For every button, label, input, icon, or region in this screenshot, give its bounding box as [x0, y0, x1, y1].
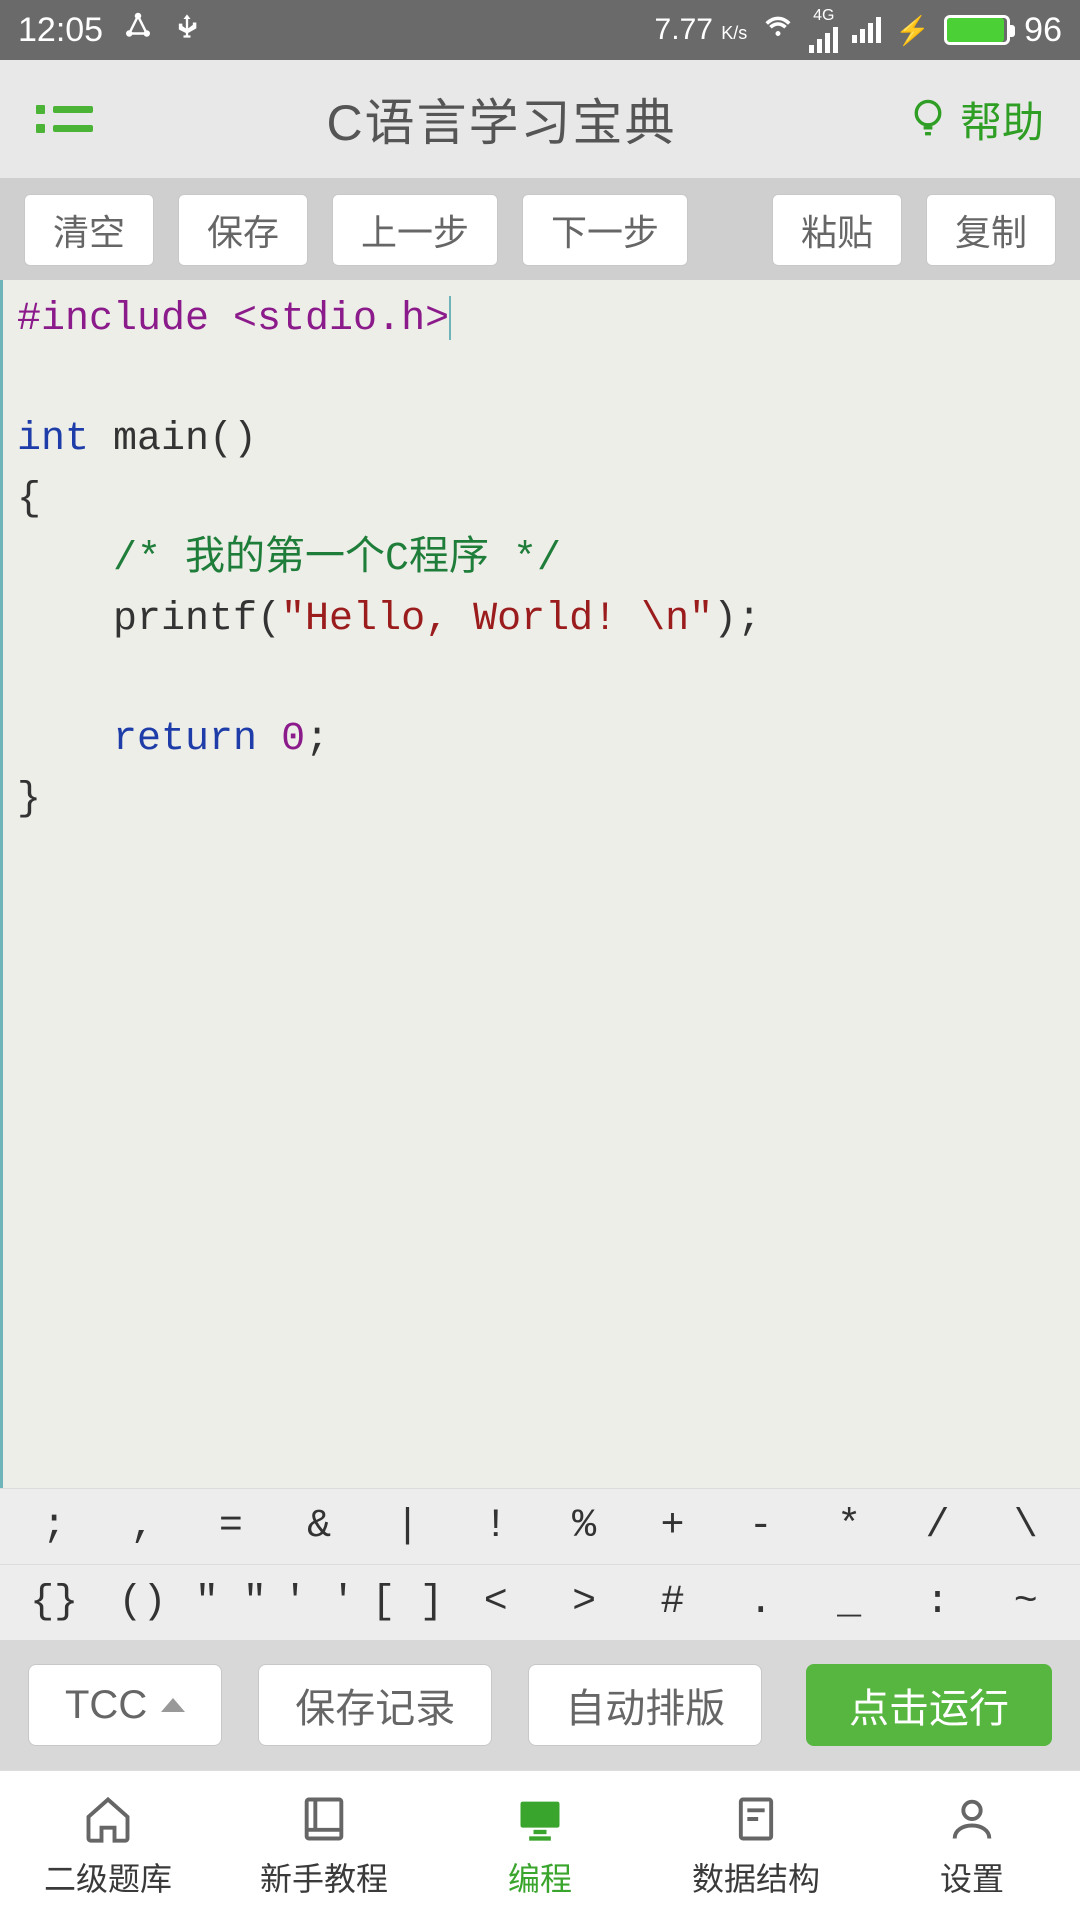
- nav-coding[interactable]: 编程: [432, 1771, 648, 1920]
- sym-key[interactable]: [ ]: [363, 1580, 451, 1625]
- help-label: 帮助: [960, 89, 1044, 150]
- nav-data-structure[interactable]: 数据结构: [648, 1771, 864, 1920]
- sym-key[interactable]: !: [452, 1504, 540, 1549]
- battery-pct: 96: [1024, 11, 1062, 50]
- document-icon: [726, 1792, 786, 1846]
- share-icon: [123, 11, 153, 50]
- clear-button[interactable]: 清空: [24, 194, 154, 266]
- nav-tutorial[interactable]: 新手教程: [216, 1771, 432, 1920]
- menu-icon[interactable]: [36, 105, 93, 133]
- sym-key[interactable]: ;: [10, 1504, 98, 1549]
- nav-label: 新手教程: [260, 1854, 388, 1900]
- sym-key[interactable]: {}: [10, 1580, 98, 1625]
- sym-key[interactable]: =: [187, 1504, 275, 1549]
- sym-key[interactable]: .: [717, 1580, 805, 1625]
- status-time: 12:05: [18, 11, 103, 50]
- sym-key[interactable]: \: [982, 1504, 1070, 1549]
- monitor-icon: [510, 1792, 570, 1846]
- app-header: C语言学习宝典 帮助: [0, 60, 1080, 180]
- nav-label: 编程: [508, 1854, 572, 1900]
- editor-toolbar: 清空 保存 上一步 下一步 粘贴 复制: [0, 180, 1080, 280]
- symbol-row-2: {} () " " ' ' [ ] < > # . _ : ~: [0, 1564, 1080, 1640]
- nav-exam-bank[interactable]: 二级题库: [0, 1771, 216, 1920]
- code-editor[interactable]: #include <stdio.h> int main() { /* 我的第一个…: [0, 280, 1080, 1488]
- usb-icon: [173, 11, 201, 50]
- status-speed: 7.77 K/s: [655, 13, 748, 47]
- sym-key[interactable]: ,: [98, 1504, 186, 1549]
- nav-label: 数据结构: [692, 1854, 820, 1900]
- lightbulb-icon: [910, 97, 946, 141]
- battery-icon: [944, 15, 1010, 45]
- symbol-row-1: ; , = & | ! % + - * / \: [0, 1488, 1080, 1564]
- sym-key[interactable]: _: [805, 1580, 893, 1625]
- bottom-nav: 二级题库 新手教程 编程 数据结构 设置: [0, 1770, 1080, 1920]
- sym-key[interactable]: >: [540, 1580, 628, 1625]
- save-record-button[interactable]: 保存记录: [258, 1664, 492, 1746]
- sym-key[interactable]: #: [628, 1580, 716, 1625]
- symbol-keyboard: ; , = & | ! % + - * / \ {} () " " ' ' [ …: [0, 1488, 1080, 1640]
- sym-key[interactable]: *: [805, 1504, 893, 1549]
- sym-key[interactable]: -: [717, 1504, 805, 1549]
- sym-key[interactable]: :: [893, 1580, 981, 1625]
- sym-key[interactable]: <: [452, 1580, 540, 1625]
- sym-key[interactable]: " ": [187, 1580, 275, 1625]
- book-icon: [294, 1792, 354, 1846]
- copy-button[interactable]: 复制: [926, 194, 1056, 266]
- help-button[interactable]: 帮助: [910, 89, 1044, 150]
- compiler-select[interactable]: TCC: [28, 1664, 222, 1746]
- sym-key[interactable]: ' ': [275, 1580, 363, 1625]
- sym-key[interactable]: &: [275, 1504, 363, 1549]
- user-icon: [942, 1792, 1002, 1846]
- sym-key[interactable]: |: [363, 1504, 451, 1549]
- run-toolbar: TCC 保存记录 自动排版 点击运行: [0, 1640, 1080, 1770]
- run-button[interactable]: 点击运行: [806, 1664, 1052, 1746]
- signal-bars-icon: [852, 17, 881, 43]
- signal-4g: 4G: [809, 7, 838, 53]
- nav-label: 设置: [940, 1854, 1004, 1900]
- nav-label: 二级题库: [44, 1854, 172, 1900]
- sym-key[interactable]: %: [540, 1504, 628, 1549]
- redo-button[interactable]: 下一步: [522, 194, 688, 266]
- auto-format-button[interactable]: 自动排版: [528, 1664, 762, 1746]
- sym-key[interactable]: (): [98, 1580, 186, 1625]
- home-icon: [78, 1792, 138, 1846]
- charging-icon: ⚡: [895, 14, 930, 47]
- wifi-icon: [761, 11, 795, 50]
- status-bar: 12:05 7.77 K/s 4G ⚡ 96: [0, 0, 1080, 60]
- undo-button[interactable]: 上一步: [332, 194, 498, 266]
- paste-button[interactable]: 粘贴: [772, 194, 902, 266]
- sym-key[interactable]: ~: [982, 1580, 1070, 1625]
- save-button[interactable]: 保存: [178, 194, 308, 266]
- chevron-up-icon: [161, 1698, 185, 1712]
- sym-key[interactable]: +: [628, 1504, 716, 1549]
- sym-key[interactable]: /: [893, 1504, 981, 1549]
- app-title: C语言学习宝典: [93, 83, 910, 155]
- nav-settings[interactable]: 设置: [864, 1771, 1080, 1920]
